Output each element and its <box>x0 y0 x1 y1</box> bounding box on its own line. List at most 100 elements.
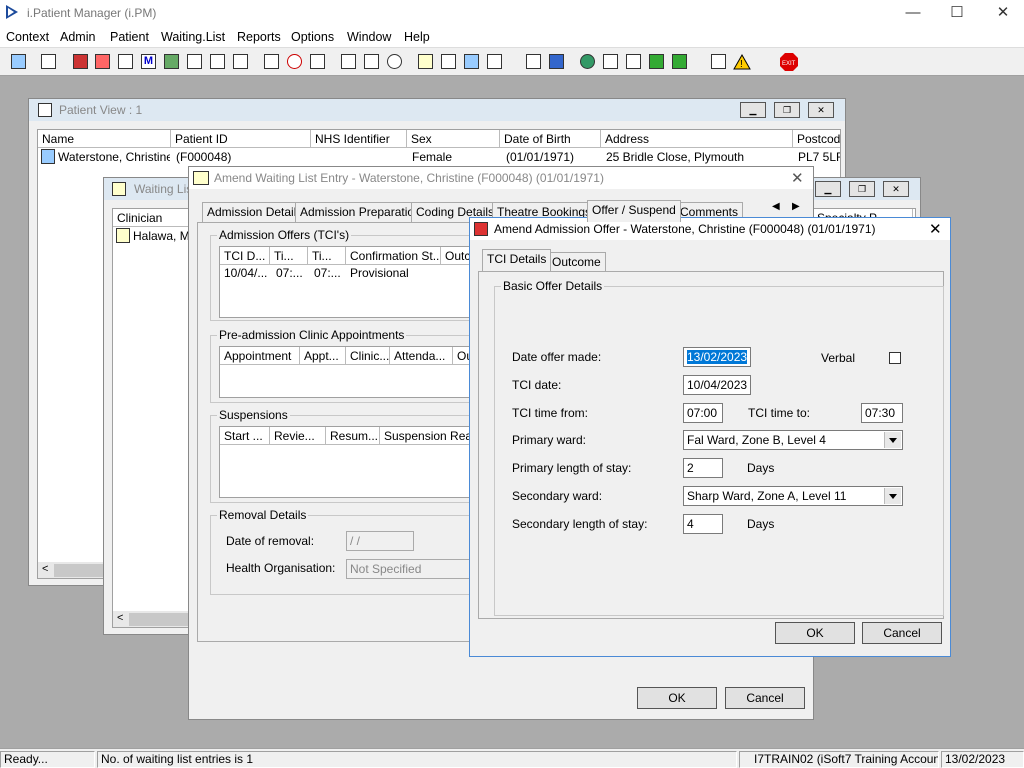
column-time-to[interactable]: Ti... <box>308 247 346 265</box>
patient-search-icon[interactable] <box>8 51 29 72</box>
tab-tci-details[interactable]: TCI Details <box>482 249 552 271</box>
patient-icon <box>41 149 55 164</box>
minimize-button[interactable]: — <box>890 0 936 26</box>
tab-offer-suspend[interactable]: Offer / Suspend <box>587 200 681 222</box>
column-review[interactable]: Revie... <box>270 427 326 445</box>
maximize-button[interactable]: ☐ <box>934 0 980 26</box>
transport-icon[interactable] <box>230 51 251 72</box>
book-icon[interactable] <box>70 51 91 72</box>
tci-time-from-field[interactable]: 07:00 <box>683 403 723 423</box>
tab-outcome[interactable]: Outcome <box>547 252 606 272</box>
column-start[interactable]: Start ... <box>220 427 270 445</box>
column-name[interactable]: Name <box>38 130 171 148</box>
tci-date-field[interactable]: 10/04/2023 <box>683 375 751 395</box>
person-icon[interactable] <box>161 51 182 72</box>
tab-scroll-left-icon[interactable]: ◀ <box>772 201 780 212</box>
secondary-length-of-stay-label: Secondary length of stay: <box>512 517 648 531</box>
primary-length-of-stay-field[interactable]: 2 <box>683 458 723 478</box>
date-offer-made-label: Date offer made: <box>512 350 602 364</box>
printer-icon[interactable] <box>38 51 59 72</box>
column-tci-date[interactable]: TCI D... <box>220 247 270 265</box>
message-icon[interactable] <box>600 51 621 72</box>
document-edit-icon[interactable] <box>261 51 282 72</box>
primary-ward-select[interactable]: Fal Ward, Zone B, Level 4 <box>683 430 903 450</box>
green-flag-icon[interactable] <box>646 51 667 72</box>
date-of-removal-field[interactable]: / / <box>346 531 414 551</box>
column-appointment[interactable]: Appointment <box>220 347 300 365</box>
column-time-from[interactable]: Ti... <box>270 247 308 265</box>
amend-offer-title-bar: Amend Admission Offer - Waterstone, Chri… <box>470 218 950 240</box>
amend-offer-close-button[interactable]: ✕ <box>929 220 942 238</box>
register-icon[interactable] <box>115 51 136 72</box>
column-postcode[interactable]: Postcod <box>793 130 840 148</box>
menu-patient[interactable]: Patient <box>110 30 149 44</box>
page-icon[interactable] <box>523 51 544 72</box>
menu-reports[interactable]: Reports <box>237 30 281 44</box>
schedule-icon[interactable] <box>338 51 359 72</box>
referral-icon[interactable] <box>184 51 205 72</box>
menu-waiting-list[interactable]: Waiting.List <box>161 30 225 44</box>
swap-icon[interactable] <box>708 51 729 72</box>
list-icon[interactable] <box>307 51 328 72</box>
waiting-list-close-button[interactable]: ✕ <box>883 181 909 197</box>
menu-admin[interactable]: Admin <box>60 30 95 44</box>
amend-waiting-list-close-button[interactable]: ✕ <box>791 169 804 187</box>
tab-admission-details[interactable]: Admission Details <box>202 202 308 222</box>
secondary-ward-select[interactable]: Sharp Ward, Zone A, Level 11 <box>683 486 903 506</box>
amend-offer-ok-button[interactable]: OK <box>775 622 855 644</box>
globe-icon[interactable] <box>577 51 598 72</box>
theatre-icon[interactable] <box>484 51 505 72</box>
menu-help[interactable]: Help <box>404 30 430 44</box>
column-appt[interactable]: Appt... <box>300 347 346 365</box>
patient-view-close-button[interactable]: ✕ <box>808 102 834 118</box>
date-offer-made-field[interactable]: 13/02/2023 <box>683 347 751 367</box>
tab-admission-preparation[interactable]: Admission Preparation <box>295 202 426 222</box>
notes-icon[interactable] <box>92 51 113 72</box>
check-icon[interactable] <box>623 51 644 72</box>
clock-icon[interactable] <box>284 51 305 72</box>
review-icon[interactable] <box>438 51 459 72</box>
tci-date-label: TCI date: <box>512 378 562 392</box>
amend-wl-ok-button[interactable]: OK <box>637 687 717 709</box>
column-address[interactable]: Address <box>601 130 793 148</box>
tci-time-to-field[interactable]: 07:30 <box>861 403 903 423</box>
booking-icon[interactable] <box>361 51 382 72</box>
bed-icon[interactable] <box>461 51 482 72</box>
table-row[interactable]: Waterstone, Christine... (F000048) Femal… <box>38 148 840 166</box>
column-clinic[interactable]: Clinic... <box>346 347 390 365</box>
waiting-list-icon[interactable] <box>415 51 436 72</box>
menu-bar: Context Admin Patient Waiting.List Repor… <box>0 26 1024 48</box>
removal-details-label: Removal Details <box>217 508 309 522</box>
column-attendance[interactable]: Attenda... <box>390 347 453 365</box>
waiting-list-minimize-button[interactable]: ▁ <box>815 181 841 197</box>
amend-waiting-list-title: Amend Waiting List Entry - Waterstone, C… <box>214 171 604 185</box>
column-date-of-birth[interactable]: Date of Birth <box>500 130 601 148</box>
column-confirmation-status[interactable]: Confirmation St... <box>346 247 441 265</box>
timer-icon[interactable] <box>384 51 405 72</box>
chevron-down-icon[interactable] <box>884 432 901 448</box>
column-resume[interactable]: Resum... <box>326 427 380 445</box>
menu-context[interactable]: Context <box>6 30 49 44</box>
verbal-checkbox[interactable] <box>889 352 901 364</box>
mail-icon[interactable]: M <box>138 51 159 72</box>
patient-view-minimize-button[interactable]: ▁ <box>740 102 766 118</box>
patient-view-restore-button[interactable]: ❐ <box>774 102 800 118</box>
menu-window[interactable]: Window <box>347 30 391 44</box>
secondary-length-of-stay-field[interactable]: 4 <box>683 514 723 534</box>
close-button[interactable]: ✕ <box>980 0 1024 26</box>
column-nhs-identifier[interactable]: NHS Identifier <box>311 130 407 148</box>
menu-options[interactable]: Options <box>291 30 334 44</box>
waiting-list-restore-button[interactable]: ❐ <box>849 181 875 197</box>
column-patient-id[interactable]: Patient ID <box>171 130 311 148</box>
column-sex[interactable]: Sex <box>407 130 500 148</box>
tab-scroll-right-icon[interactable]: ▶ <box>792 201 800 212</box>
chart-icon[interactable] <box>546 51 567 72</box>
chevron-down-icon[interactable] <box>884 488 901 504</box>
ambulance-icon[interactable] <box>207 51 228 72</box>
arrows-icon[interactable] <box>669 51 690 72</box>
exit-icon[interactable]: EXIT <box>778 51 799 72</box>
primary-length-of-stay-label: Primary length of stay: <box>512 461 632 475</box>
amend-offer-cancel-button[interactable]: Cancel <box>862 622 942 644</box>
warning-icon[interactable]: ! <box>731 51 752 72</box>
amend-wl-cancel-button[interactable]: Cancel <box>725 687 805 709</box>
